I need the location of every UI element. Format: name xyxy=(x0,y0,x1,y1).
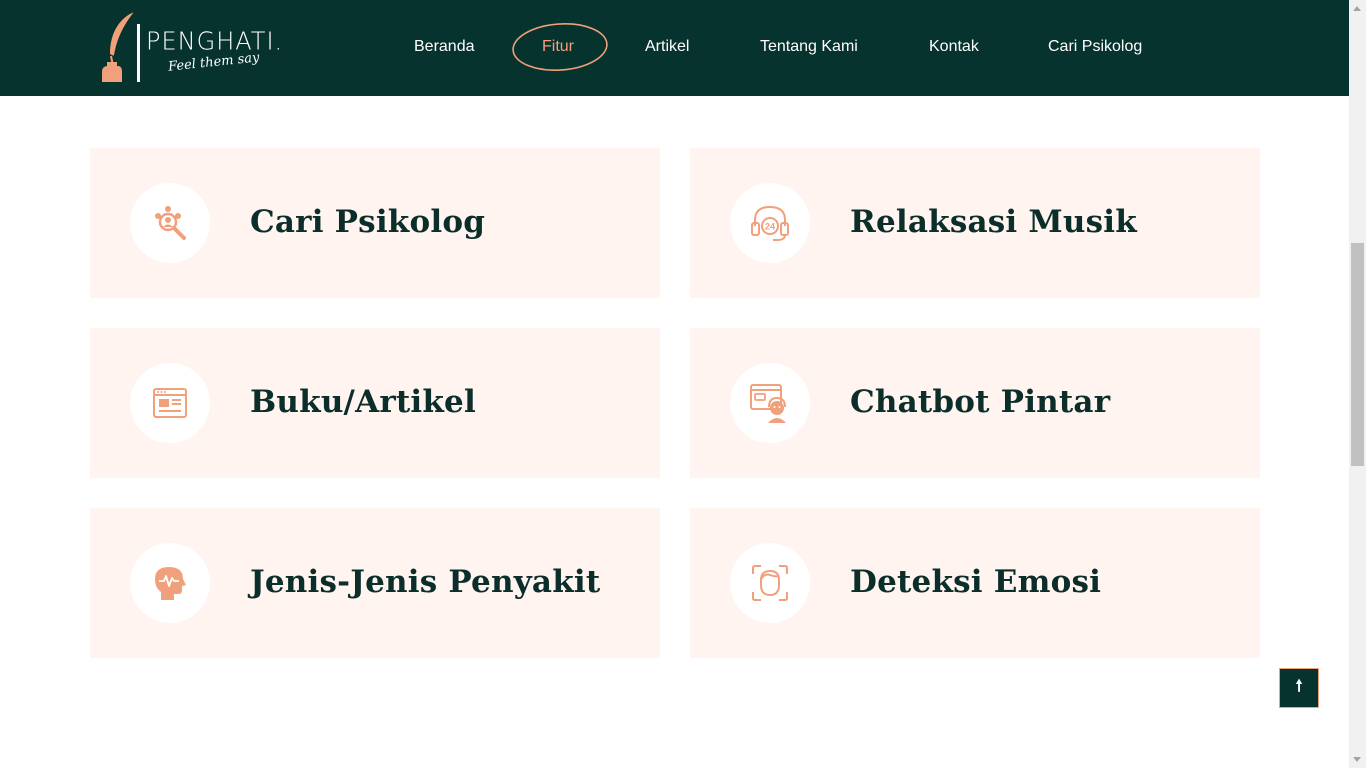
brand-name: PENGHATI. xyxy=(146,26,284,56)
feature-card-chatbot-pintar[interactable]: Chatbot Pintar xyxy=(690,328,1260,478)
feature-title: Deteksi Emosi xyxy=(850,564,1102,600)
chatbot-agent-icon xyxy=(750,384,786,423)
navbar: PENGHATI. Feel them say Beranda Fitur Ar… xyxy=(0,0,1349,96)
page-scrollbar[interactable] xyxy=(1349,0,1366,768)
feature-card-jenis-penyakit[interactable]: Jenis-Jenis Penyakit xyxy=(90,508,660,658)
back-to-top-button[interactable]: 🠕 xyxy=(1279,668,1319,708)
scrollbar-thumb[interactable] xyxy=(1351,243,1364,466)
feature-icon-circle: 24 xyxy=(730,183,810,263)
feature-title: Relaksasi Musik xyxy=(850,204,1137,240)
scroll-up-arrow-icon[interactable] xyxy=(1353,6,1361,11)
headphones-24-icon: 24 xyxy=(751,205,789,241)
svg-text:24: 24 xyxy=(765,222,775,232)
nav-item-artikel[interactable]: Artikel xyxy=(645,38,689,58)
nav-item-kontak[interactable]: Kontak xyxy=(929,38,979,58)
feature-card-relaksasi-musik[interactable]: 24 Relaksasi Musik xyxy=(690,148,1260,298)
nav-item-cari-psikolog[interactable]: Cari Psikolog xyxy=(1048,38,1142,58)
browser-article-icon xyxy=(153,388,187,418)
scroll-down-arrow-icon[interactable] xyxy=(1353,757,1361,762)
arrow-up-icon: 🠕 xyxy=(1295,677,1303,695)
feature-card-buku-artikel[interactable]: Buku/Artikel xyxy=(90,328,660,478)
head-heartbeat-icon xyxy=(155,567,186,600)
face-scan-icon xyxy=(752,565,788,601)
feature-icon-circle xyxy=(730,543,810,623)
quill-inkwell-icon xyxy=(102,11,135,82)
feature-icon-circle xyxy=(130,363,210,443)
feature-icon-circle xyxy=(730,363,810,443)
feature-title: Buku/Artikel xyxy=(250,384,476,420)
brand-logo[interactable]: PENGHATI. Feel them say xyxy=(98,10,288,86)
nav-item-tentang-kami[interactable]: Tentang Kami xyxy=(760,38,858,58)
nav-item-beranda[interactable]: Beranda xyxy=(414,38,475,58)
feature-card-cari-psikolog[interactable]: Cari Psikolog xyxy=(90,148,660,298)
logo-divider xyxy=(137,24,140,82)
feature-title: Jenis-Jenis Penyakit xyxy=(250,564,601,600)
nav-item-fitur[interactable]: Fitur xyxy=(542,38,574,58)
feature-title: Cari Psikolog xyxy=(250,204,486,240)
feature-title: Chatbot Pintar xyxy=(850,384,1111,420)
feature-card-deteksi-emosi[interactable]: Deteksi Emosi xyxy=(690,508,1260,658)
feature-icon-circle xyxy=(130,183,210,263)
feature-icon-circle xyxy=(130,543,210,623)
people-search-icon xyxy=(155,206,186,240)
